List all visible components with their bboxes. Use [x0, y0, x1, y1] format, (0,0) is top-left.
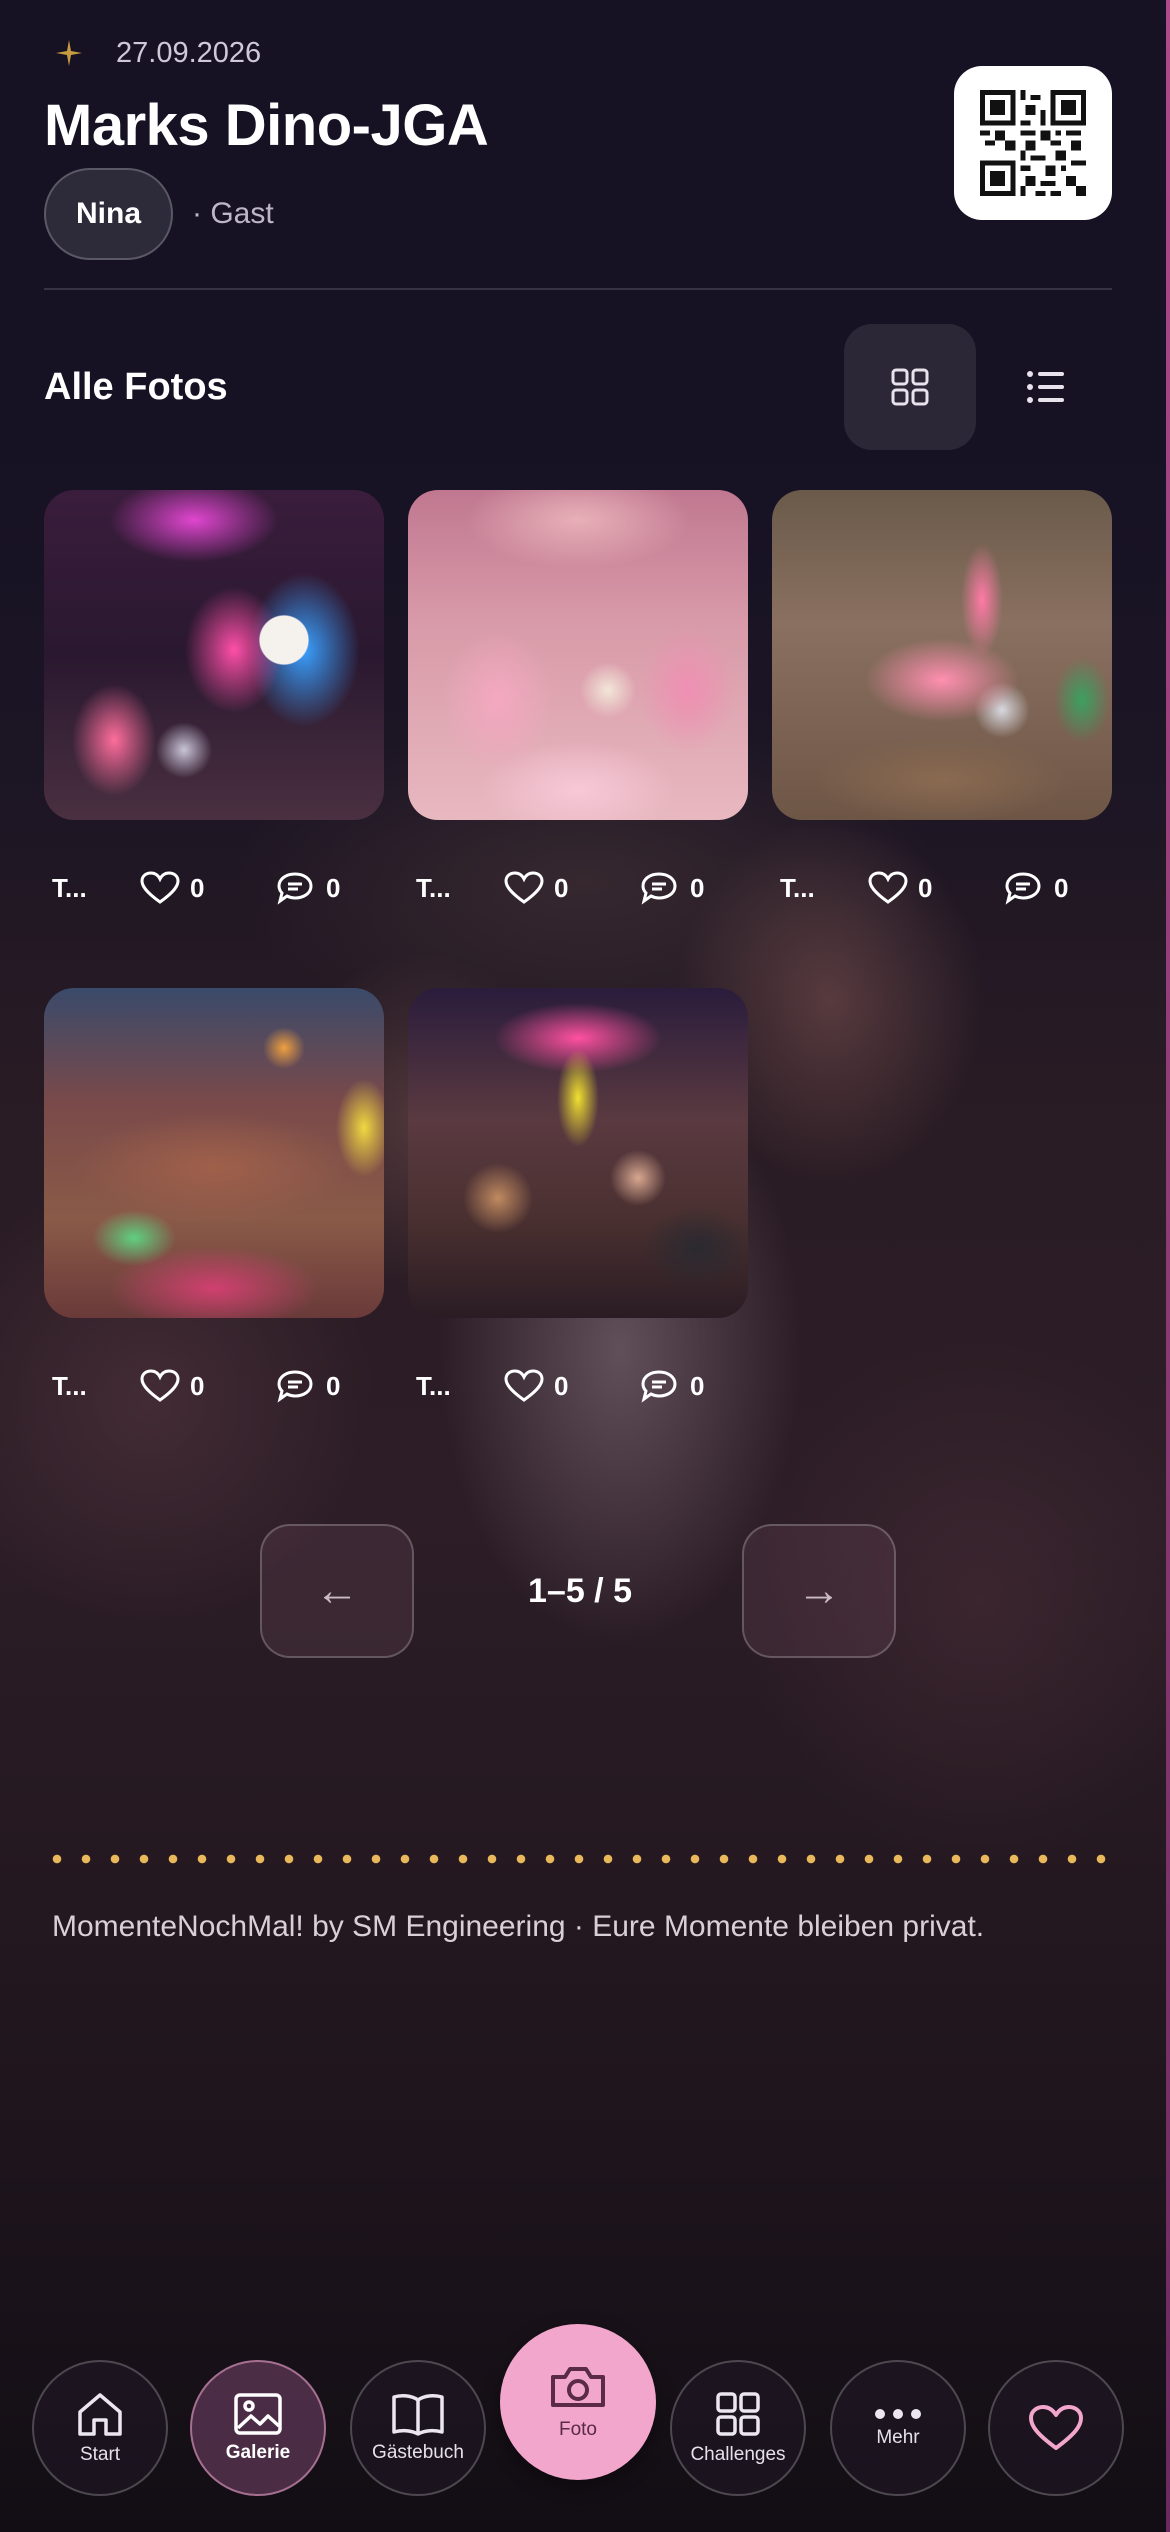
comment-count: 0 — [326, 872, 341, 903]
like-button[interactable]: 0 — [868, 871, 932, 905]
comment-count: 0 — [690, 872, 705, 903]
comment-icon — [641, 872, 677, 905]
nav-label: Foto — [558, 2419, 598, 2440]
home-icon — [78, 2393, 122, 2436]
camera-icon — [551, 2367, 605, 2407]
grid-icon — [716, 2392, 760, 2436]
qr-code-button[interactable] — [954, 66, 1112, 220]
dotted-divider — [52, 1854, 1112, 1864]
grid-view-icon — [891, 368, 929, 406]
nav-foto-button[interactable]: Foto — [500, 2324, 656, 2480]
event-date: 27.09.2026 — [116, 36, 262, 69]
photo-card[interactable]: T... 0 0 — [408, 988, 748, 1403]
nav-mehr[interactable]: Mehr — [830, 2360, 966, 2496]
nav-gaestebuch[interactable]: Gästebuch — [350, 2360, 486, 2496]
sparkle-icon — [50, 34, 88, 72]
nav-start[interactable]: Start — [32, 2360, 168, 2496]
favorite-button[interactable] — [988, 2360, 1124, 2496]
photo-card[interactable]: T... 0 0 — [44, 490, 384, 905]
app-screen: 27.09.2026 Marks Dino-JGA Nina · Gast Al… — [0, 0, 1170, 2532]
user-role: · Gast — [192, 197, 274, 230]
photo-thumbnail[interactable] — [408, 988, 748, 1318]
page-indicator: 1–5 / 5 — [528, 1572, 632, 1610]
book-icon — [392, 2394, 444, 2436]
comment-icon — [277, 1370, 313, 1403]
nav-galerie[interactable]: Galerie — [190, 2360, 326, 2496]
comment-button[interactable]: 0 — [640, 1369, 704, 1403]
photo-title: T... — [52, 872, 87, 903]
event-date-row: 27.09.2026 — [50, 34, 261, 72]
list-view-button[interactable] — [980, 324, 1112, 450]
header-divider — [44, 288, 1112, 290]
heart-outline-icon — [140, 1369, 180, 1402]
like-button[interactable]: 0 — [504, 871, 568, 905]
like-button[interactable]: 0 — [140, 871, 204, 905]
photo-meta: T... 0 0 — [44, 868, 384, 908]
comment-icon — [277, 872, 313, 905]
photo-meta: T... 0 0 — [408, 868, 748, 908]
comment-count: 0 — [690, 1370, 705, 1401]
nav-label: Gästebuch — [372, 2442, 464, 2463]
grid-view-button[interactable] — [844, 324, 976, 450]
heart-outline-icon — [504, 871, 544, 904]
photo-thumbnail[interactable] — [772, 490, 1112, 820]
photo-card[interactable]: T... 0 0 — [408, 490, 748, 905]
section-title: Alle Fotos — [44, 366, 228, 408]
heart-outline-icon — [140, 871, 180, 904]
nav-label: Mehr — [876, 2427, 920, 2448]
comment-button[interactable]: 0 — [276, 871, 340, 905]
list-view-icon — [1027, 371, 1064, 403]
user-name-chip[interactable]: Nina — [44, 168, 174, 260]
nav-label: Start — [79, 2444, 121, 2465]
heart-icon — [1029, 2405, 1083, 2450]
previous-page-button[interactable]: ← — [260, 1524, 414, 1658]
comment-icon — [1005, 872, 1041, 905]
like-button[interactable]: 0 — [504, 1369, 568, 1403]
event-title: Marks Dino-JGA — [44, 93, 489, 158]
comment-button[interactable]: 0 — [276, 1369, 340, 1403]
photo-title: T... — [416, 1370, 451, 1401]
photo-thumbnail[interactable] — [44, 988, 384, 1318]
comment-count: 0 — [326, 1370, 341, 1401]
like-count: 0 — [918, 872, 933, 903]
photo-card[interactable]: T... 0 0 — [772, 490, 1112, 905]
photo-title: T... — [52, 1370, 87, 1401]
footer-text: MomenteNochMal! by SM Engineering · Eure… — [52, 1910, 985, 1943]
nav-label: Galerie — [225, 2442, 291, 2463]
photo-meta: T... 0 0 — [772, 868, 1112, 908]
comment-icon — [641, 1370, 677, 1403]
like-button[interactable]: 0 — [140, 1369, 204, 1403]
photo-meta: T... 0 0 — [44, 1366, 384, 1406]
comment-button[interactable]: 0 — [1004, 871, 1068, 905]
image-icon — [234, 2393, 282, 2435]
comment-count: 0 — [1054, 872, 1069, 903]
heart-outline-icon — [504, 1369, 544, 1402]
photo-card[interactable]: T... 0 0 — [44, 988, 384, 1403]
photo-title: T... — [416, 872, 451, 903]
photo-thumbnail[interactable] — [44, 490, 384, 820]
like-count: 0 — [554, 872, 569, 903]
nav-label: Challenges — [690, 2444, 786, 2465]
next-page-button[interactable]: → — [742, 1524, 896, 1658]
like-count: 0 — [190, 872, 205, 903]
photo-meta: T... 0 0 — [408, 1366, 748, 1406]
like-count: 0 — [554, 1370, 569, 1401]
photo-title: T... — [780, 872, 815, 903]
heart-outline-icon — [868, 871, 908, 904]
qr-code-icon — [980, 90, 1086, 196]
more-dots-icon — [875, 2409, 921, 2419]
photo-thumbnail[interactable] — [408, 490, 748, 820]
comment-button[interactable]: 0 — [640, 871, 704, 905]
nav-challenges[interactable]: Challenges — [670, 2360, 806, 2496]
like-count: 0 — [190, 1370, 205, 1401]
